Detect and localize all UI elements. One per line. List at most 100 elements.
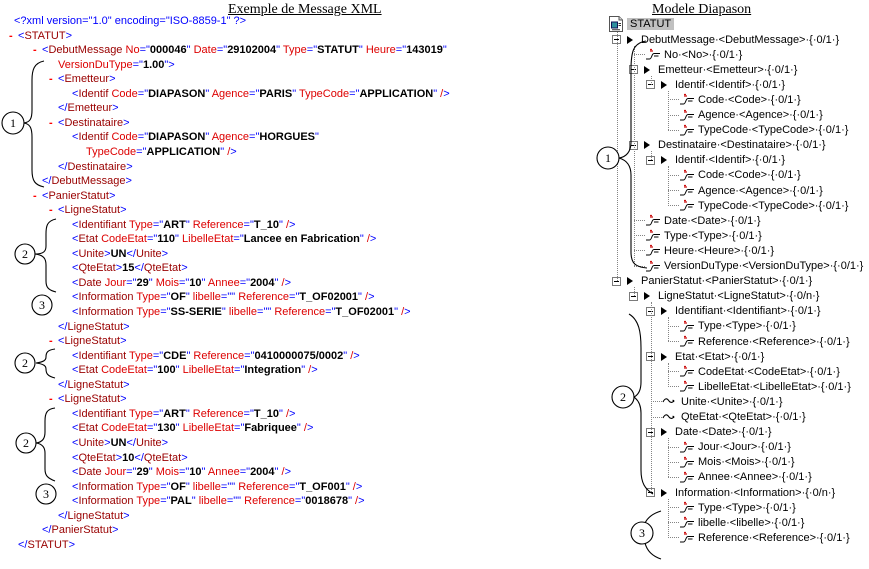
- tree-node-Identif[interactable]: Identif·<Identif>·{·0/1·}: [0, 77, 869, 92]
- tree-node-Annee[interactable]: Annee·<Annee>·{·0/1·}: [0, 470, 869, 485]
- tree-connector-stub: [668, 205, 679, 206]
- tree-node-TypeCode[interactable]: TypeCode·<TypeCode>·{·0/1·}: [0, 123, 869, 138]
- triangle-arrow-icon: [644, 141, 650, 149]
- tree-connector-line: [651, 151, 652, 160]
- tree-node-Identifiant[interactable]: Identifiant·<Identifiant>·{·0/1·}: [0, 304, 869, 319]
- tree-connector-stub: [634, 250, 645, 251]
- tree-connector-stub: [668, 537, 679, 538]
- tree-node-Type[interactable]: Type·<Type>·{·0/1·}: [0, 500, 869, 515]
- tree-node-LigneStatut[interactable]: LigneStatut·<LigneStatut>·{·0/n·}: [0, 289, 869, 304]
- triangle-arrow-icon: [661, 81, 667, 89]
- tree-node-label: Code·<Code>·{·0/1·}: [698, 94, 801, 106]
- tree-node-Unite[interactable]: Unite·<Unite>·{·0/1·}: [0, 394, 869, 409]
- tree-connector-line: [634, 287, 635, 296]
- tree-node-label: QteEtat·<QteEtat>·{·0/1·}: [681, 411, 806, 423]
- tree-connector-stub: [668, 175, 679, 176]
- tree-node-label: Reference·<Reference>·{·0/1·}: [698, 532, 850, 544]
- tree-connector-stub: [668, 507, 679, 508]
- tree-connector-stub: [651, 401, 662, 402]
- tree-node-label: Information·<Information>·{·0/n·}: [675, 487, 835, 499]
- tree-connector-line: [668, 363, 669, 387]
- tree-connector-stub: [668, 477, 679, 478]
- tree-connector-stub: [668, 462, 679, 463]
- tree-node-Agence[interactable]: Agence·<Agence>·{·0/1·}: [0, 183, 869, 198]
- tree-node-CodeEtat[interactable]: CodeEtat·<CodeEtat>·{·0/1·}: [0, 364, 869, 379]
- tree-node-QteEtat[interactable]: QteEtat·<QteEtat>·{·0/1·}: [0, 410, 869, 425]
- triangle-arrow-icon: [661, 156, 667, 164]
- tree-connector-stub: [668, 326, 679, 327]
- tree-node-label: Type·<Type>·{·0/1·}: [664, 230, 762, 242]
- triangle-arrow-icon: [627, 36, 633, 44]
- tree-node-label: Agence·<Agence>·{·0/1·}: [698, 185, 823, 197]
- tree-node-label: Mois·<Mois>·{·0/1·}: [698, 456, 795, 468]
- tree-node-Heure[interactable]: Heure·<Heure>·{·0/1·}: [0, 243, 869, 258]
- tree-node-Agence[interactable]: Agence·<Agence>·{·0/1·}: [0, 108, 869, 123]
- tree-connector-stub: [668, 115, 679, 116]
- tree-node-Destinataire[interactable]: Destinataire·<Destinataire>·{·0/1·}: [0, 138, 869, 153]
- tree-node-label: Emetteur·<Emetteur>·{·0/1·}: [658, 64, 797, 76]
- tree-node-label: Unite·<Unite>·{·0/1·}: [681, 396, 783, 408]
- tree-node-label: Heure·<Heure>·{·0/1·}: [664, 245, 774, 257]
- tree-node-Reference[interactable]: Reference·<Reference>·{·0/1·}: [0, 530, 869, 545]
- tree-node-LibelleEtat[interactable]: LibelleEtat·<LibelleEtat>·{·0/1·}: [0, 379, 869, 394]
- triangle-arrow-icon: [661, 353, 667, 361]
- tree-node-Type[interactable]: Type·<Type>·{·0/1·}: [0, 319, 869, 334]
- tree-node-label: Reference·<Reference>·{·0/1·}: [698, 336, 850, 348]
- tree-node-PanierStatut[interactable]: PanierStatut·<PanierStatut>·{·0/1·}: [0, 274, 869, 289]
- tree-node-label: No·<No>·{·0/1·}: [664, 49, 742, 61]
- tree-node-Date[interactable]: Date·<Date>·{·0/1·}: [0, 213, 869, 228]
- text-element-icon: [662, 395, 676, 409]
- page: { "colors":{"punct":"#0000ff","elem":"#9…: [0, 0, 869, 569]
- tree-node-Code[interactable]: Code·<Code>·{·0/1·}: [0, 92, 869, 107]
- tree-connector-line: [651, 302, 652, 492]
- tree-connector-stub: [668, 130, 679, 131]
- tree-node-label: Jour·<Jour>·{·0/1·}: [698, 441, 791, 453]
- tree-node-Information[interactable]: Information·<Information>·{·0/n·}: [0, 485, 869, 500]
- tree-node-VersionDuType[interactable]: VersionDuType·<VersionDuType>·{·0/1·}: [0, 259, 869, 274]
- tree-node-Code[interactable]: Code·<Code>·{·0/1·}: [0, 168, 869, 183]
- tree-node-label: Code·<Code>·{·0/1·}: [698, 169, 801, 181]
- tree-connector-line: [668, 166, 669, 205]
- tree-connector-line: [668, 317, 669, 341]
- tree-connector-stub: [668, 341, 679, 342]
- tree-node-TypeCode[interactable]: TypeCode·<TypeCode>·{·0/1·}: [0, 198, 869, 213]
- triangle-arrow-icon: [661, 428, 667, 436]
- tree-node-libelle[interactable]: libelle·<libelle>·{·0/1·}: [0, 515, 869, 530]
- attribute-page-icon: [679, 531, 695, 547]
- tree-node-Mois[interactable]: Mois·<Mois>·{·0/1·}: [0, 455, 869, 470]
- tree-node-label: libelle·<libelle>·{·0/1·}: [698, 517, 804, 529]
- tree-node-label: Identif·<Identif>·{·0/1·}: [675, 154, 785, 166]
- tree-node-label: PanierStatut·<PanierStatut>·{·0/1·}: [641, 275, 812, 287]
- tree-node-label: Date·<Date>·{·0/1·}: [664, 215, 761, 227]
- tree-node-No[interactable]: No·<No>·{·0/1·}: [0, 47, 869, 62]
- tree-node-Emetteur[interactable]: Emetteur·<Emetteur>·{·0/1·}: [0, 62, 869, 77]
- tree-connector-stub: [634, 220, 645, 221]
- tree-node-root[interactable]: STATUT: [0, 16, 869, 32]
- triangle-arrow-icon: [627, 277, 633, 285]
- tree-node-label: Type·<Type>·{·0/1·}: [698, 320, 796, 332]
- tree-node-Jour[interactable]: Jour·<Jour>·{·0/1·}: [0, 440, 869, 455]
- tree-node-Etat[interactable]: Etat·<Etat>·{·0/1·}: [0, 349, 869, 364]
- text-element-icon: [662, 411, 676, 425]
- tree-node-label: Date·<Date>·{·0/1·}: [675, 426, 772, 438]
- tree-connector-stub: [634, 266, 645, 267]
- tree-node-label: VersionDuType·<VersionDuType>·{·0/1·}: [664, 260, 863, 272]
- tree-node-Date[interactable]: Date·<Date>·{·0/1·}: [0, 425, 869, 440]
- triangle-arrow-icon: [661, 489, 667, 497]
- tree-node-label: Destinataire·<Destinataire>·{·0/1·}: [658, 139, 826, 151]
- tree-connector-line: [668, 499, 669, 538]
- tree-node-label: Agence·<Agence>·{·0/1·}: [698, 109, 823, 121]
- tree-node-label: Annee·<Annee>·{·0/1·}: [698, 471, 812, 483]
- tree-connector-line: [651, 76, 652, 85]
- tree-root-label[interactable]: STATUT: [627, 18, 674, 30]
- tree-node-Identif[interactable]: Identif·<Identif>·{·0/1·}: [0, 153, 869, 168]
- tree-connector-stub: [668, 522, 679, 523]
- tree-node-label: Identif·<Identif>·{·0/1·}: [675, 79, 785, 91]
- tree-node-DebutMessage[interactable]: DebutMessage·<DebutMessage>·{·0/1·}: [0, 32, 869, 47]
- tree-node-label: CodeEtat·<CodeEtat>·{·0/1·}: [698, 366, 840, 378]
- tree-node-Type[interactable]: Type·<Type>·{·0/1·}: [0, 228, 869, 243]
- tree-node-Reference[interactable]: Reference·<Reference>·{·0/1·}: [0, 334, 869, 349]
- tree-node-label: TypeCode·<TypeCode>·{·0/1·}: [698, 200, 848, 212]
- tree-node-label: TypeCode·<TypeCode>·{·0/1·}: [698, 124, 848, 136]
- tree-connector-line: [617, 32, 618, 281]
